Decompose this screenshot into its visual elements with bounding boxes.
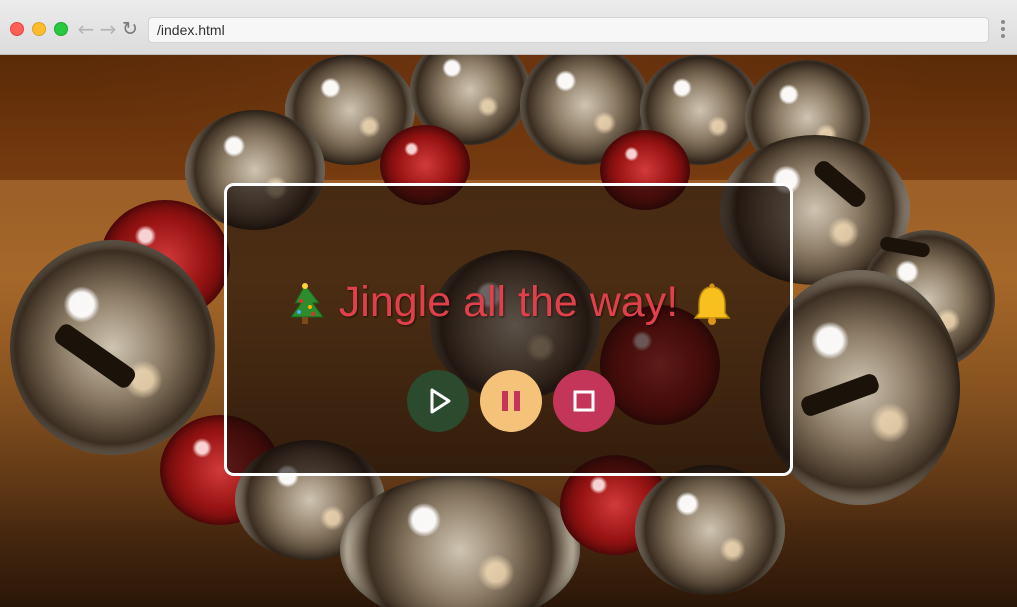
bell-icon bbox=[690, 281, 734, 329]
stop-button[interactable] bbox=[553, 370, 615, 432]
player-card: Jingle all the way! bbox=[224, 183, 793, 476]
bell-image bbox=[635, 465, 785, 595]
playback-controls bbox=[227, 370, 790, 432]
play-icon bbox=[430, 388, 451, 414]
song-title: Jingle all the way! bbox=[338, 278, 679, 326]
pause-button[interactable] bbox=[480, 370, 542, 432]
stop-icon bbox=[573, 390, 595, 412]
song-title-row: Jingle all the way! bbox=[227, 278, 790, 329]
play-button[interactable] bbox=[407, 370, 469, 432]
browser-toolbar: ← → ↻ /index.html bbox=[0, 0, 1017, 55]
kebab-menu-icon[interactable] bbox=[999, 20, 1007, 40]
christmas-tree-icon bbox=[283, 281, 327, 329]
close-window-button[interactable] bbox=[10, 22, 24, 36]
address-bar[interactable]: /index.html bbox=[148, 17, 989, 43]
arrow-left-icon[interactable]: ← bbox=[76, 17, 96, 41]
maximize-window-button[interactable] bbox=[54, 22, 68, 36]
arrow-right-icon[interactable]: → bbox=[98, 17, 118, 41]
bell-image bbox=[10, 240, 215, 455]
minimize-window-button[interactable] bbox=[32, 22, 46, 36]
pause-icon bbox=[502, 391, 520, 411]
reload-icon[interactable]: ↻ bbox=[120, 17, 140, 41]
